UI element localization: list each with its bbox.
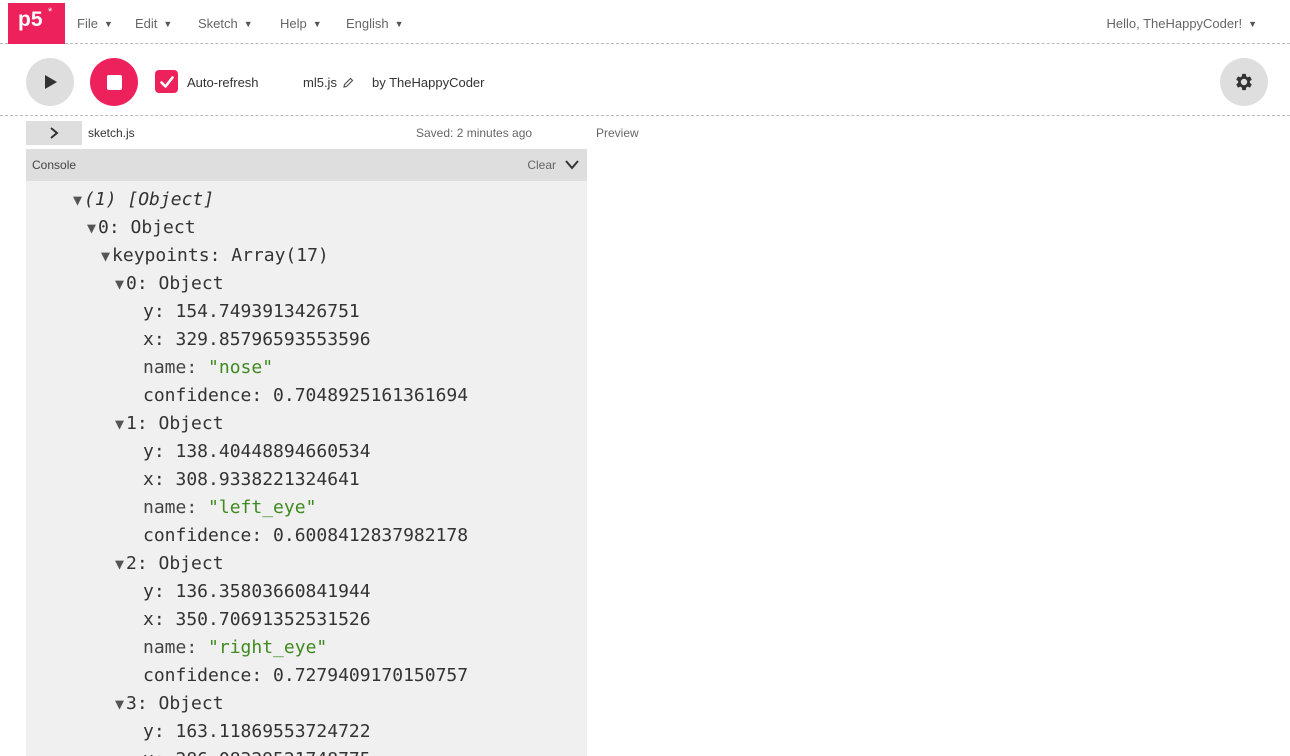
gear-icon xyxy=(1236,73,1252,91)
chevron-down-icon[interactable] xyxy=(564,159,580,171)
caret-down-icon: ▼ xyxy=(312,18,322,29)
menu-file[interactable]: File ▼ xyxy=(77,16,113,31)
stop-icon xyxy=(106,74,122,90)
root-label: (1) [Object] xyxy=(84,189,215,210)
menu-edit-label: Edit xyxy=(135,16,158,31)
p5-logo[interactable]: p5 * xyxy=(8,3,65,44)
keypoint-0-name: name: "nose" xyxy=(143,354,273,382)
keypoint-header: 1: Object xyxy=(126,413,224,434)
caret-down-icon: ▼ xyxy=(103,18,113,29)
keypoint-0-header[interactable]: ▼ 0: Object xyxy=(115,270,224,298)
top-nav: p5 * File ▼ Edit ▼ Sketch ▼ Help ▼ English ▼ … xyxy=(0,0,1290,44)
file-bar: sketch.js Saved: 2 minutes ago Preview xyxy=(0,117,1290,149)
console-output[interactable]: ▼ (1) [Object] ▼ 0: Object ▼ keypoints: Arr… xyxy=(26,181,587,756)
menu-sketch[interactable]: Sketch ▼ xyxy=(198,16,253,31)
caret-down-icon: ▼ xyxy=(243,18,253,29)
keypoint-1-x: x: 308.9338221324641 xyxy=(143,469,360,490)
menu-file-label: File xyxy=(77,16,98,31)
keypoint-2-confidence: confidence: 0.7279409170150757 xyxy=(143,665,469,686)
keypoint-0-confidence: confidence: 0.7048925161361694 xyxy=(143,385,469,406)
menu-language[interactable]: English ▼ xyxy=(346,16,404,31)
owner-link[interactable]: by TheHappyCoder xyxy=(372,75,485,90)
expand-arrow-icon: ▼ xyxy=(115,415,125,433)
expand-arrow-icon: ▼ xyxy=(115,275,125,293)
sketch-name-edit[interactable]: ml5.js xyxy=(303,75,354,90)
console-tree-keypoints[interactable]: ▼ keypoints: Array(17) xyxy=(101,242,329,270)
keypoint-2-x: x: 350.70691352531526 xyxy=(143,609,371,630)
keypoint-2-name: name: "right_eye" xyxy=(143,634,327,662)
menu-language-label: English xyxy=(346,16,389,31)
pencil-icon xyxy=(343,77,354,88)
console-tree-root[interactable]: ▼ (1) [Object] xyxy=(73,186,214,214)
keypoint-1-y: y: 138.40448894660534 xyxy=(143,441,371,462)
user-menu[interactable]: Hello, TheHappyCoder! ▼ xyxy=(1106,16,1257,31)
play-button[interactable] xyxy=(26,58,74,106)
caret-down-icon: ▼ xyxy=(1248,18,1257,29)
console-tree-item0[interactable]: ▼ 0: Object xyxy=(87,214,196,242)
menu-help-label: Help xyxy=(280,16,307,31)
keypoint-header: 0: Object xyxy=(126,273,224,294)
name-key: name: xyxy=(143,497,209,518)
menu-edit[interactable]: Edit ▼ xyxy=(135,16,172,31)
keypoint-3-header[interactable]: ▼ 3: Object xyxy=(115,690,224,718)
keypoint-1-header[interactable]: ▼ 1: Object xyxy=(115,410,224,438)
name-value: "nose" xyxy=(208,357,274,378)
user-greeting: Hello, TheHappyCoder! xyxy=(1106,16,1243,31)
caret-down-icon: ▼ xyxy=(394,18,404,29)
toggle-sidebar-button[interactable] xyxy=(26,121,82,145)
expand-arrow-icon: ▼ xyxy=(87,219,97,237)
name-key: name: xyxy=(143,357,209,378)
sketch-name: ml5.js xyxy=(303,75,337,90)
file-name[interactable]: sketch.js xyxy=(88,126,135,140)
expand-arrow-icon: ▼ xyxy=(73,191,83,209)
keypoint-2-y: y: 136.35803660841944 xyxy=(143,581,371,602)
toolbar: Auto-refresh ml5.js by TheHappyCoder xyxy=(0,45,1290,116)
console-title: Console xyxy=(32,158,77,172)
keypoint-header: 3: Object xyxy=(126,693,224,714)
console-clear-button[interactable]: Clear xyxy=(527,158,556,172)
name-value: "left_eye" xyxy=(208,497,317,518)
keypoint-1-name: name: "left_eye" xyxy=(143,494,316,522)
expand-arrow-icon: ▼ xyxy=(115,695,125,713)
caret-down-icon: ▼ xyxy=(163,18,173,29)
saved-status: Saved: 2 minutes ago xyxy=(416,126,533,140)
keypoint-0-x: x: 329.85796593553596 xyxy=(143,329,371,350)
logo-star: * xyxy=(48,6,53,18)
logo-text: p5 xyxy=(18,8,43,31)
console-header: Console Clear xyxy=(26,149,587,181)
keypoint-0-y: y: 154.7493913426751 xyxy=(143,301,360,322)
name-value: "right_eye" xyxy=(208,637,328,658)
checkmark-icon xyxy=(159,75,174,88)
play-icon xyxy=(45,75,57,89)
preview-pane[interactable] xyxy=(588,149,1290,756)
keypoints-label: keypoints: Array(17) xyxy=(112,245,329,266)
settings-button[interactable] xyxy=(1220,58,1268,106)
menu-help[interactable]: Help ▼ xyxy=(280,16,322,31)
menu-sketch-label: Sketch xyxy=(198,16,238,31)
stop-button[interactable] xyxy=(90,58,138,106)
keypoint-header: 2: Object xyxy=(126,553,224,574)
chevron-right-icon xyxy=(50,127,59,139)
auto-refresh-checkbox[interactable] xyxy=(155,70,178,93)
preview-label: Preview xyxy=(596,126,639,140)
keypoint-3-y: y: 163.11869553724722 xyxy=(143,721,371,742)
item0-label: 0: Object xyxy=(98,217,196,238)
expand-arrow-icon: ▼ xyxy=(115,555,125,573)
keypoint-3-x: x: 286.08329521748775 xyxy=(143,746,371,756)
expand-arrow-icon: ▼ xyxy=(101,247,111,265)
keypoint-1-confidence: confidence: 0.6008412837982178 xyxy=(143,525,469,546)
keypoint-2-header[interactable]: ▼ 2: Object xyxy=(115,550,224,578)
auto-refresh-label: Auto-refresh xyxy=(187,75,259,90)
name-key: name: xyxy=(143,637,209,658)
